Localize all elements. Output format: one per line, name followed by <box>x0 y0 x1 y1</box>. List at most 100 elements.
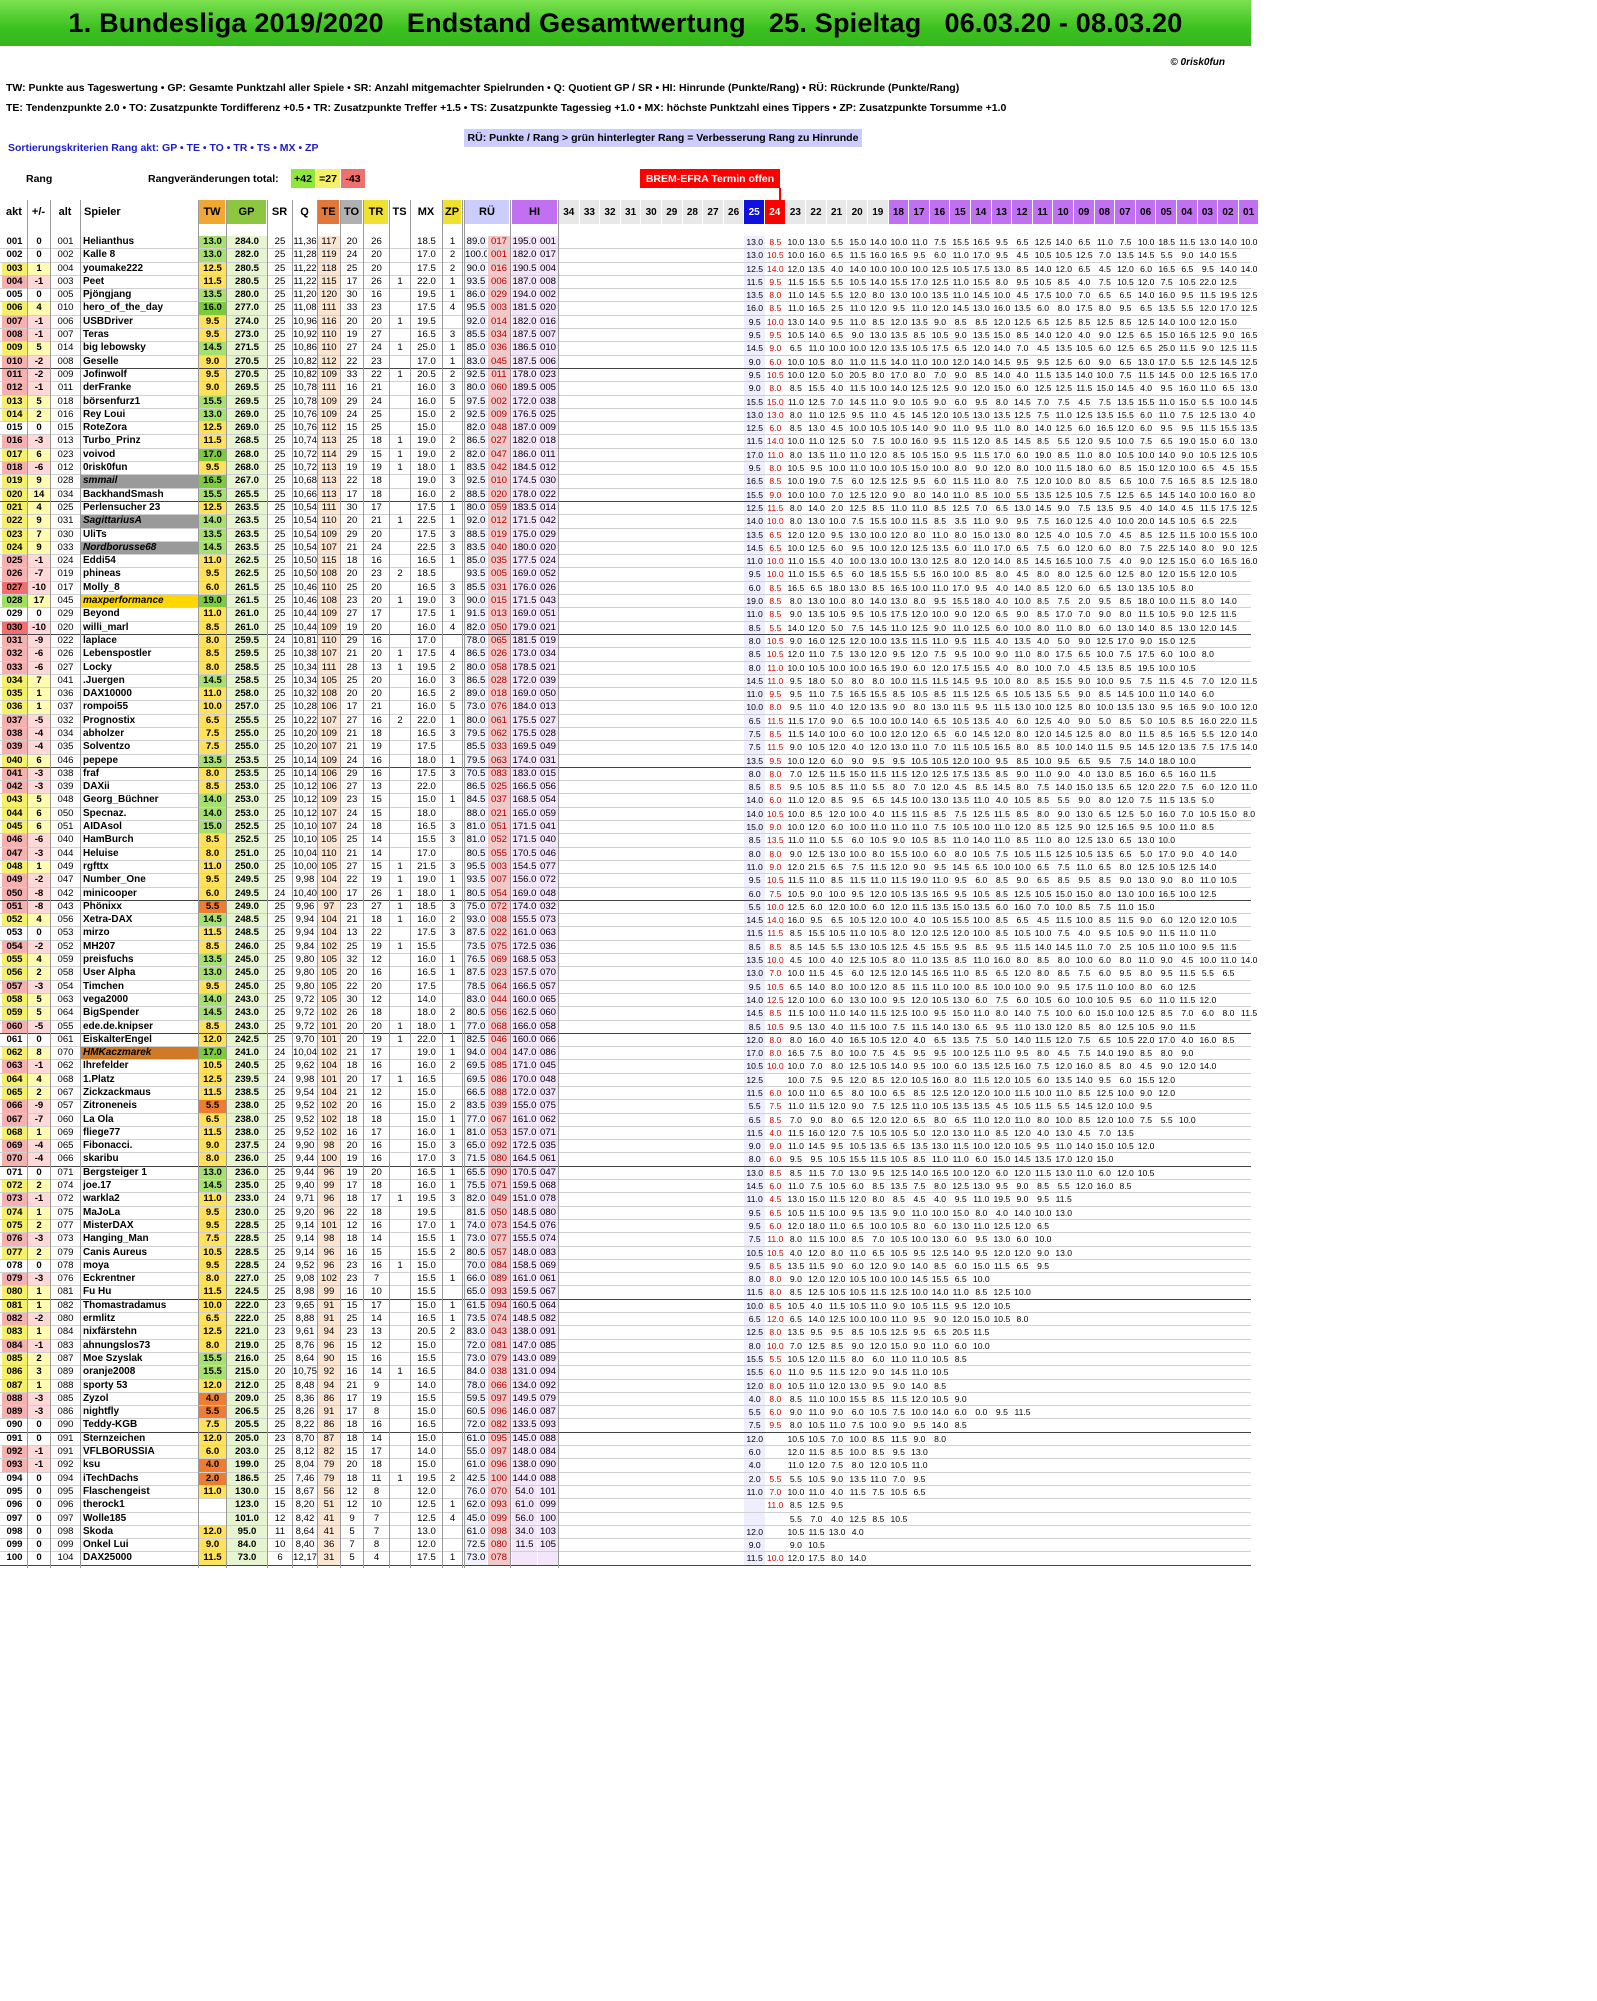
table-row: 035 1 036 DAX10000 11.0 258.0 25 10,32 108 20 20 16… <box>0 688 1251 702</box>
cell-round-06: 10.0 <box>1136 475 1157 487</box>
cell-d: 1 <box>28 1286 50 1299</box>
cell-round-06: 6.0 <box>1136 263 1157 275</box>
cell-to: 18 <box>341 1114 363 1126</box>
cell-round-11: 8.0 <box>1033 568 1054 580</box>
table-row: 034 7 041 .Juergen 14.5 258.5 25 10,34 105 25 20 16… <box>0 674 1257 689</box>
cell-round-25: 7.5 <box>744 1233 765 1246</box>
cell-round-23: 10.5 <box>786 1380 807 1392</box>
cell-round-17: 14.0 <box>909 1167 930 1179</box>
cell-round-22: 9.0 <box>806 888 827 900</box>
cell-name: Moe Szyslak <box>81 1353 200 1365</box>
cell-round-14: 12.0 <box>971 342 992 354</box>
cell-name: Jofinwolf <box>81 369 200 381</box>
cell-ts <box>390 1393 410 1405</box>
cell-sr: 25 <box>268 861 292 873</box>
cell-d: 0 <box>28 1539 50 1551</box>
cell-round-08: 8.0 <box>1095 794 1116 806</box>
cell-to: 29 <box>341 768 363 780</box>
cell-round-20: 10.0 <box>847 422 868 434</box>
cell-tr: 19 <box>364 941 389 953</box>
cell-round-24: 10.0 <box>765 515 786 527</box>
cell-round-07: 10.0 <box>1115 435 1136 447</box>
cell-round-20: 8.0 <box>847 595 868 607</box>
cell-round-23: 8.0 <box>786 1419 807 1431</box>
cell-d: 0 <box>28 236 50 248</box>
cell-round-23: 10.0 <box>786 475 807 487</box>
cell-round-15: 15.0 <box>950 1207 971 1219</box>
cell-tw: 6.5 <box>199 714 226 727</box>
cell-hi: 148.5 <box>512 1313 537 1326</box>
cell-alt: 075 <box>51 1207 80 1219</box>
cell-sr: 24 <box>268 635 292 647</box>
cell-tw: 9.5 <box>199 329 226 342</box>
cell-ru: 83.5 <box>465 462 487 475</box>
cell-q: 8,12 <box>293 1446 317 1458</box>
cell-round-10: 10.0 <box>1053 741 1074 753</box>
cell-tr: 20 <box>364 981 389 993</box>
cell-te: 105 <box>318 993 340 1007</box>
cell-round-14: 0.0 <box>971 1406 992 1418</box>
cell-hi: 172.5 <box>512 940 537 954</box>
cell-round-22: 10.5 <box>806 741 827 753</box>
cell-round-07: 13.5 <box>1115 701 1136 713</box>
cell-round-10: 7.0 <box>1053 662 1074 674</box>
round-header-26: 26 <box>723 200 745 224</box>
cell-mx: 17.0 <box>411 635 442 647</box>
cell-round-10: 13.0 <box>1053 1247 1074 1259</box>
cell-round-22: 15.5 <box>806 382 827 394</box>
cell-round-22: 12.0 <box>806 755 827 767</box>
cell-hi: 171.5 <box>512 515 537 528</box>
cell-round-10: 13.0 <box>1053 1167 1074 1179</box>
cell-alt: 034 <box>51 728 80 740</box>
cell-name: Specnaz. <box>81 808 200 820</box>
cell-round-07: 17.0 <box>1115 635 1136 647</box>
cell-ru: 83.5 <box>465 541 487 555</box>
cell-q: 10,54 <box>293 502 317 514</box>
cell-round-17: 12.5 <box>909 382 930 394</box>
cell-round-21: 7.0 <box>827 1167 848 1179</box>
cell-round-11: 8.5 <box>1033 794 1054 806</box>
cell-round-16: 8.0 <box>930 1433 951 1445</box>
cell-gp: 263.5 <box>227 528 267 541</box>
cell-round-11: 19.0 <box>1033 449 1054 461</box>
cell-te: 114 <box>318 448 340 462</box>
cell-round-24: 8.0 <box>765 289 786 301</box>
cell-round-04: 10.5 <box>1177 662 1198 674</box>
cell-round-22: 10.5 <box>806 1473 827 1485</box>
cell-round-13: 6.5 <box>992 502 1013 514</box>
cell-round-08: 7.0 <box>1095 249 1116 261</box>
cell-hir: 024 <box>538 555 558 568</box>
cell-round-08: 6.5 <box>1095 582 1116 594</box>
cell-d: 7 <box>28 528 50 541</box>
cell-ru: 84.5 <box>465 794 487 807</box>
cell-mx: 18.5 <box>411 236 442 248</box>
cell-round-24 <box>765 1074 786 1086</box>
cell-round-16: 9.5 <box>930 435 951 447</box>
cell-hi: 148.5 <box>512 1206 537 1219</box>
cell-round-15: 9.5 <box>950 941 971 953</box>
cell-to: 20 <box>341 1100 363 1112</box>
cell-round-06: 13.0 <box>1136 356 1157 368</box>
cell-round-18: 9.0 <box>889 1260 910 1272</box>
cell-round-07: 10.0 <box>1115 981 1136 993</box>
cell-hir: 079 <box>538 1392 558 1406</box>
cell-round-02: 12.0 <box>1218 728 1239 740</box>
cell-round-22: 8.5 <box>806 808 827 820</box>
cell-ru: 82.5 <box>465 1033 487 1047</box>
cell-tr: 23 <box>364 302 389 314</box>
cell-round-03: 8.0 <box>1198 648 1219 660</box>
cell-round-02: 12.0 <box>1218 781 1239 793</box>
cell-name: smmail <box>81 475 200 488</box>
cell-tr: 18 <box>364 435 389 447</box>
cell-round-12: 4.5 <box>1012 568 1033 580</box>
cell-round-10: 10.0 <box>1053 289 1074 301</box>
cell-tw: 19.0 <box>199 595 226 608</box>
cell-hir: 019 <box>538 634 558 648</box>
cell-tr: 21 <box>364 515 389 527</box>
cell-round-09: 2.0 <box>1074 595 1095 607</box>
cell-round-25: 15.5 <box>744 1352 765 1366</box>
cell-ru: 90.0 <box>465 595 487 608</box>
cell-ts <box>390 382 410 394</box>
cell-akt: 007 <box>2 315 27 329</box>
cell-rur: 073 <box>488 1219 510 1233</box>
